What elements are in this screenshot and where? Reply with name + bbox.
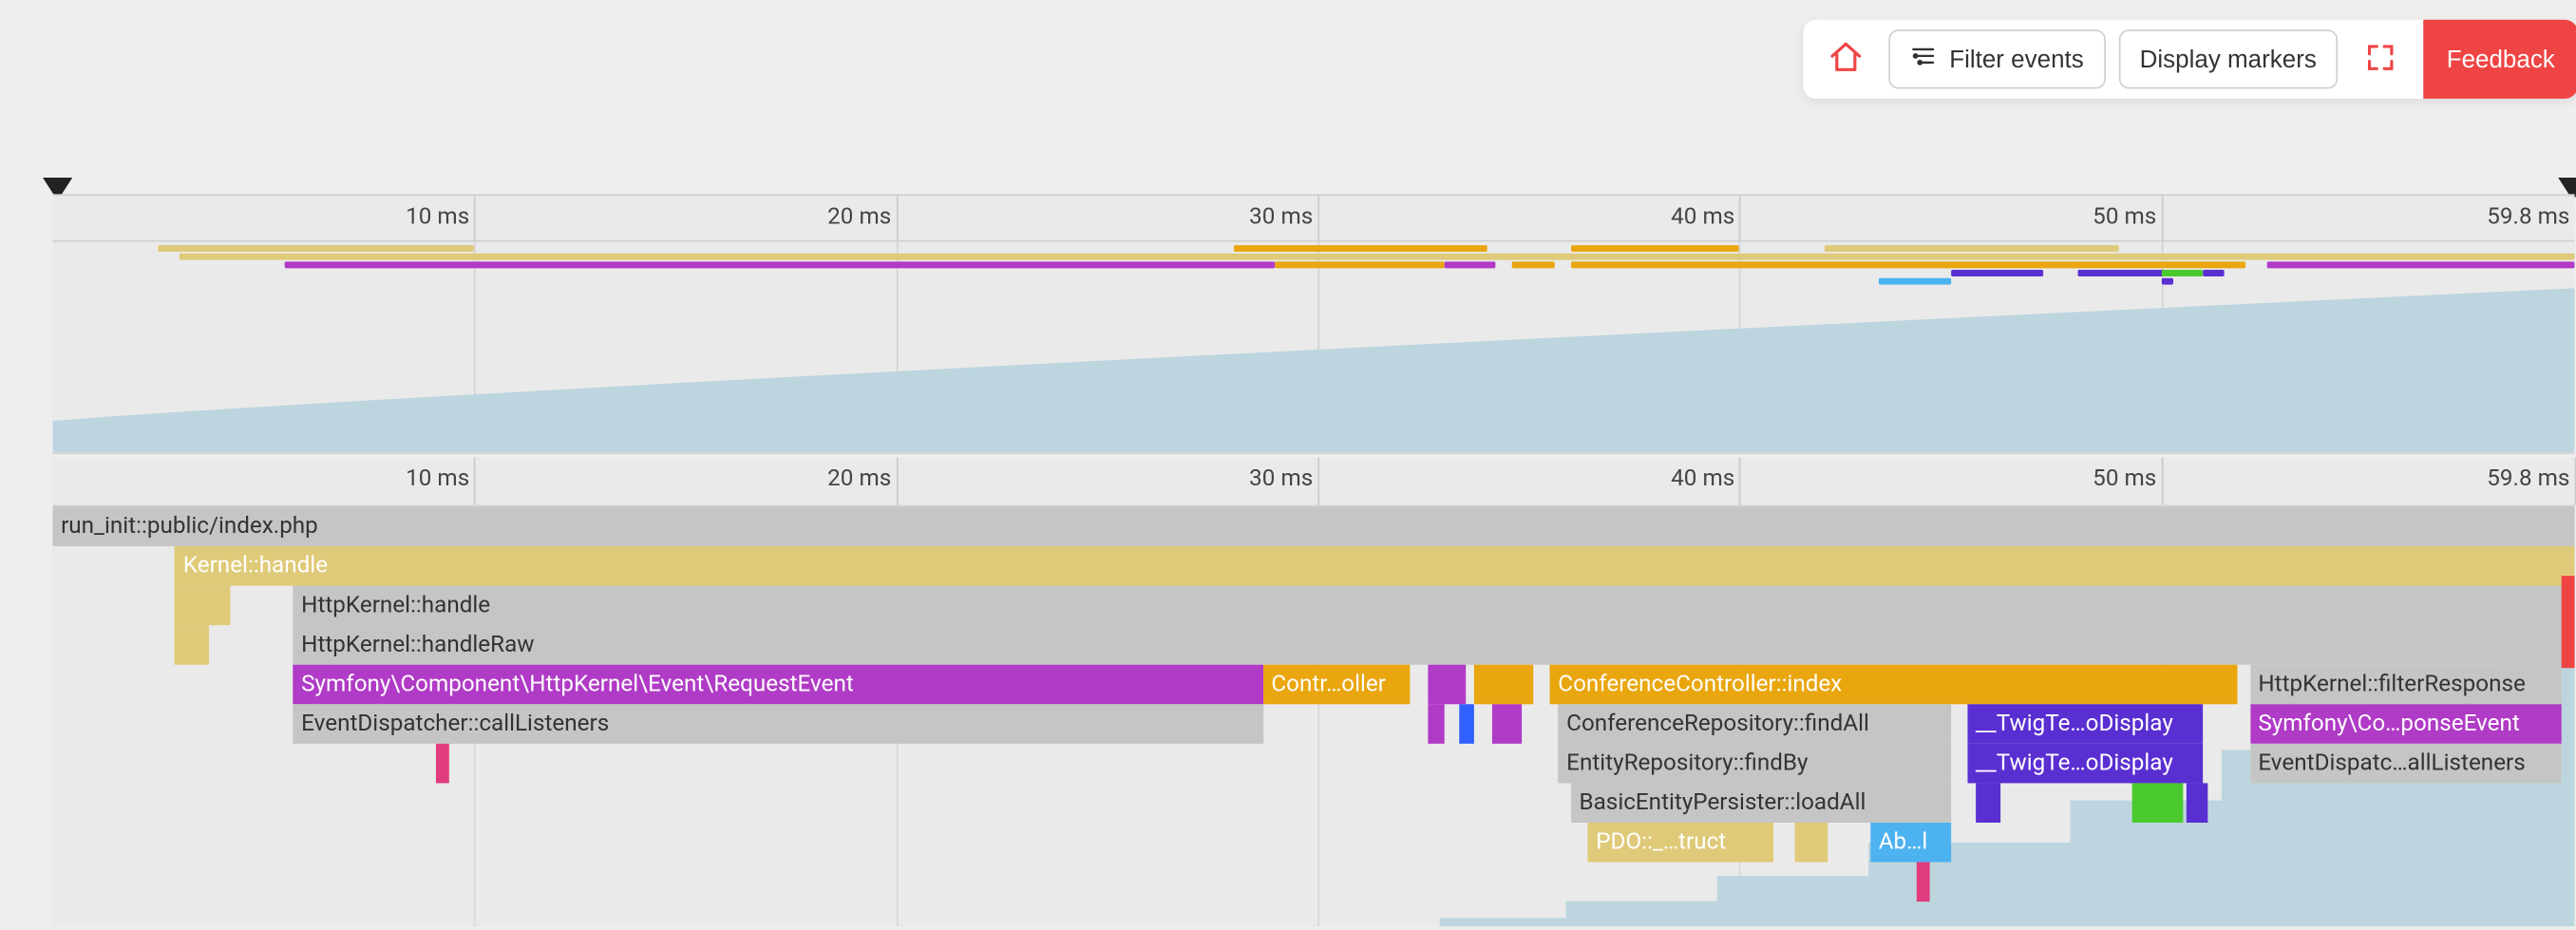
flame-span[interactable]: EntityRepository::findBy	[1559, 744, 1951, 784]
overview-span	[1234, 245, 1487, 252]
ruler-tick-label: 50 ms	[2093, 465, 2156, 492]
overview-span	[1512, 261, 1554, 268]
ruler-tick: 30 ms	[1317, 457, 1319, 504]
flame-span[interactable]: EventDispatcher::callListeners	[293, 704, 1262, 744]
overview-timeline[interactable]: 10 ms 20 ms 30 ms 40 ms 50 ms 59.8 ms	[52, 194, 2574, 454]
feedback-label: Feedback	[2447, 46, 2555, 73]
flame-span[interactable]: HttpKernel::handle	[293, 586, 2574, 626]
flame-span[interactable]: Symfony\Co…ponseEvent	[2250, 704, 2563, 744]
ruler-tick: 50 ms	[2161, 457, 2163, 504]
flame-span[interactable]	[1428, 665, 1466, 705]
flame-row: BasicEntityPersister::loadAll	[52, 783, 2574, 823]
flame-span[interactable]	[2131, 783, 2182, 823]
flame-span[interactable]	[1794, 823, 1828, 863]
ruler-tick: 10 ms	[474, 196, 476, 240]
flame-span[interactable]	[175, 586, 230, 626]
filter-events-button[interactable]: Filter events	[1888, 29, 2105, 88]
expand-icon	[2366, 42, 2396, 76]
ruler-tick: 20 ms	[896, 457, 898, 504]
ruler-tick-label: 30 ms	[1249, 465, 1313, 492]
overview-span	[180, 254, 2575, 260]
overview-span	[1879, 278, 1950, 285]
flame-span[interactable]: HttpKernel::filterResponse	[2250, 665, 2563, 705]
ruler-tick: 40 ms	[1739, 457, 1741, 504]
flame-row: Kernel::handle	[52, 546, 2574, 586]
home-button[interactable]	[1816, 29, 1875, 88]
flame-row: EntityRepository::findBy __TwigTe…oDispla…	[52, 744, 2574, 784]
ruler-tick-label: 40 ms	[1671, 465, 1734, 492]
ruler-tick-label: 40 ms	[1671, 204, 1734, 231]
toolbar: Filter events Display markers Feedback	[1803, 20, 2576, 99]
flame-row: PDO::_…truct Ab…l	[52, 823, 2574, 863]
flame-row: HttpKernel::handle	[52, 586, 2574, 626]
ruler-tick: 30 ms	[1317, 196, 1319, 240]
display-markers-label: Display markers	[2140, 46, 2317, 73]
flame-span[interactable]: __TwigTe…oDisplay	[1967, 744, 2204, 784]
flame-span[interactable]	[1428, 704, 1445, 744]
flame-row: HttpKernel::handleRaw	[52, 625, 2574, 665]
ruler-tick-label: 20 ms	[827, 465, 891, 492]
main-ruler: 10 ms 20 ms 30 ms 40 ms 50 ms 59.8 ms	[52, 457, 2574, 506]
overview-span	[2266, 261, 2574, 268]
flame-span[interactable]: PDO::_…truct	[1588, 823, 1773, 863]
ruler-tick: 10 ms	[474, 457, 476, 504]
flame-row: Symfony\Component\HttpKernel\Event\Reque…	[52, 665, 2574, 705]
ruler-tick: 40 ms	[1739, 196, 1741, 240]
ruler-tick-label: 59.8 ms	[2487, 204, 2569, 231]
overview-span	[285, 261, 1276, 268]
overview-span	[158, 245, 474, 252]
flame-span[interactable]: run_init::public/index.php	[52, 506, 2574, 546]
flame-span[interactable]: Ab…l	[1870, 823, 1950, 863]
flame-span[interactable]	[1917, 863, 1929, 902]
flame-span[interactable]: Kernel::handle	[175, 546, 2574, 586]
ruler-tick-label: 59.8 ms	[2487, 465, 2569, 492]
flame-span[interactable]	[175, 625, 209, 665]
ruler-tick-label: 20 ms	[827, 204, 891, 231]
flame-span[interactable]	[1459, 704, 1474, 744]
flame-span[interactable]	[1474, 665, 1533, 705]
display-markers-button[interactable]: Display markers	[2118, 29, 2338, 88]
flame-row: run_init::public/index.php	[52, 506, 2574, 546]
flame-span[interactable]: HttpKernel::handleRaw	[293, 625, 2574, 665]
flame-span[interactable]: ConferenceRepository::findAll	[1559, 704, 1951, 744]
flame-span[interactable]: ConferenceController::index	[1550, 665, 2238, 705]
overview-span	[1571, 261, 2245, 268]
flame-span[interactable]: __TwigTe…oDisplay	[1967, 704, 2204, 744]
overview-span	[2161, 270, 2203, 276]
overview-span	[2161, 278, 2173, 285]
flame-span[interactable]: BasicEntityPersister::loadAll	[1571, 783, 1951, 823]
flame-span[interactable]	[2187, 783, 2207, 823]
flame-span[interactable]: Symfony\Component\HttpKernel\Event\Reque…	[293, 665, 1262, 705]
ruler-tick: 50 ms	[2161, 196, 2163, 240]
flame-span[interactable]	[1976, 783, 2001, 823]
scroll-indicator[interactable]	[2562, 576, 2575, 668]
feedback-button[interactable]: Feedback	[2423, 20, 2576, 99]
ruler-tick: 20 ms	[896, 196, 898, 240]
main-timeline[interactable]: 10 ms 20 ms 30 ms 40 ms 50 ms 59.8 ms run_ini…	[52, 457, 2574, 926]
ruler-tick-label: 30 ms	[1249, 204, 1313, 231]
overview-span	[1824, 245, 2119, 252]
flame-span[interactable]	[436, 744, 448, 784]
flame-row: EventDispatcher::callListeners Conference…	[52, 704, 2574, 744]
ruler-tick-label: 10 ms	[406, 204, 469, 231]
ruler-tick-label: 50 ms	[2093, 204, 2156, 231]
flame-span[interactable]: Contr…oller	[1263, 665, 1411, 705]
overview-span	[1276, 261, 1445, 268]
overview-span	[1445, 261, 1495, 268]
expand-button[interactable]	[2351, 29, 2410, 88]
flame-span[interactable]: EventDispatc…allListeners	[2250, 744, 2563, 784]
flame-row	[52, 863, 2574, 902]
home-icon	[1828, 39, 1864, 80]
overview-span	[2204, 270, 2225, 276]
ruler-tick-label: 10 ms	[406, 465, 469, 492]
overview-ruler: 10 ms 20 ms 30 ms 40 ms 50 ms 59.8 ms	[52, 196, 2574, 241]
overview-span	[1571, 245, 1740, 252]
flame-span[interactable]	[1493, 704, 1523, 744]
filter-icon	[1910, 43, 1937, 76]
overview-span	[1950, 270, 2043, 276]
filter-events-label: Filter events	[1949, 46, 2084, 73]
